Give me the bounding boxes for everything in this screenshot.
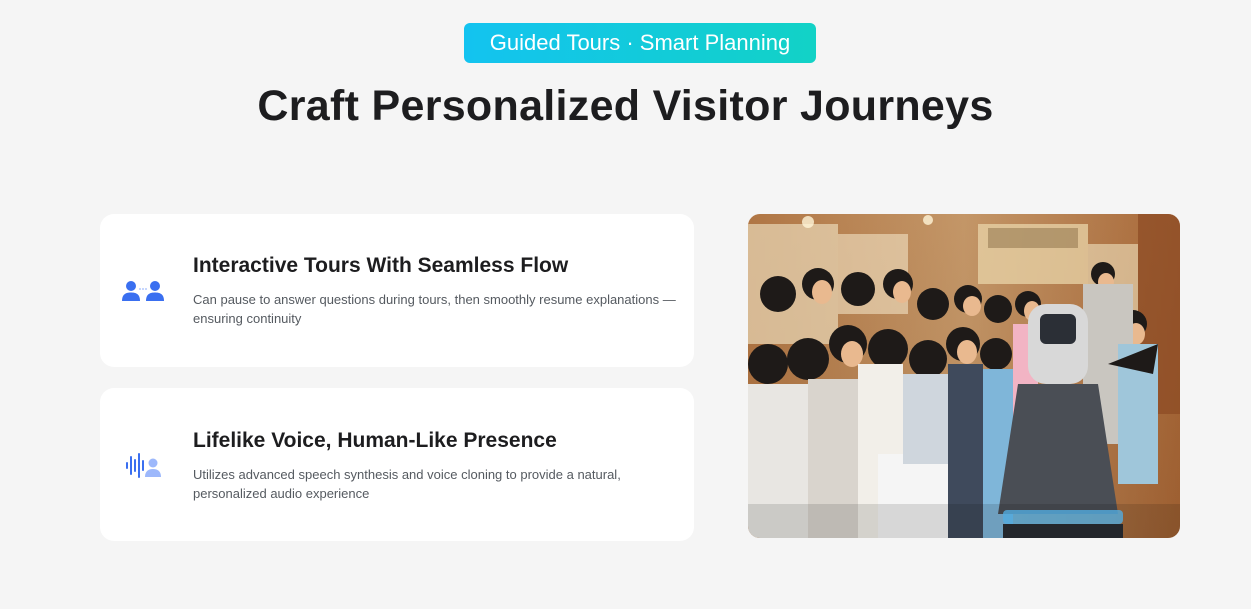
feature-title: Lifelike Voice, Human-Like Presence [193,429,557,452]
feature-title: Interactive Tours With Seamless Flow [193,254,569,277]
voice-wave-icon [120,448,166,482]
users-icon [120,274,166,308]
feature-card-lifelike-voice: Lifelike Voice, Human-Like Presence Util… [100,388,694,541]
section-badge: Guided Tours · Smart Planning [464,23,816,63]
feature-description: Can pause to answer questions during tou… [193,292,676,326]
feature-card-interactive-tours: Interactive Tours With Seamless Flow Can… [100,214,694,367]
feature-description: Utilizes advanced speech synthesis and v… [193,467,621,501]
section-title: Craft Personalized Visitor Journeys [257,82,994,130]
museum-tour-photo [748,214,1180,538]
